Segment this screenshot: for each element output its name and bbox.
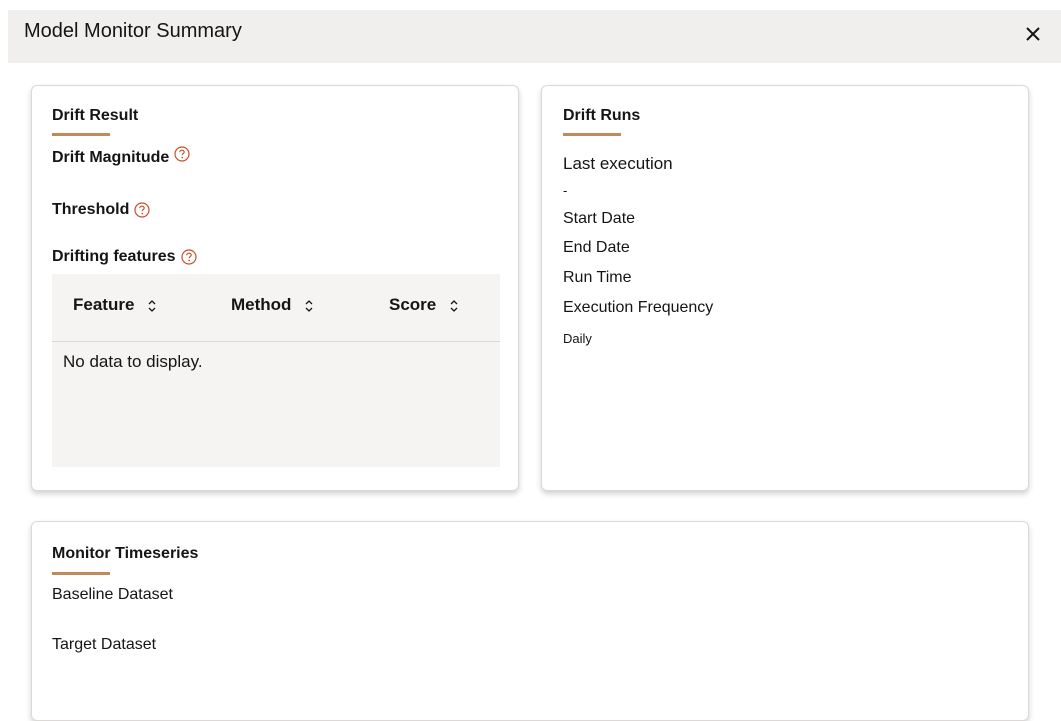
drift-result-title: Drift Result [52,107,139,124]
column-header-method[interactable]: Method [231,295,315,315]
column-header-score[interactable]: Score [389,295,460,315]
drifting-features-table: Feature Method Score No data to display. [52,274,500,467]
drift-runs-title: Drift Runs [563,107,641,124]
dialog-title: Model Monitor Summary [24,20,242,42]
drift-result-underline [52,133,110,136]
help-icon[interactable] [180,249,197,265]
run-time-label: Run Time [563,269,632,286]
column-header-feature[interactable]: Feature [73,295,158,315]
threshold: Threshold [52,201,150,219]
last-execution-label: Last execution [563,154,673,173]
monitor-timeseries-card: Monitor Timeseries Baseline Dataset Targ… [31,521,1029,721]
start-date-label: Start Date [563,210,636,227]
help-icon[interactable] [134,202,150,218]
drift-magnitude: Drift Magnitude [52,146,190,167]
drifting-features-label: Drifting features [52,248,176,265]
last-execution-value: - [563,183,568,198]
threshold-label: Threshold [52,201,130,218]
table-header: Feature Method Score [52,274,500,342]
drifting-features: Drifting features [52,248,197,266]
execution-frequency-label: Execution Frequency [563,299,714,316]
drift-magnitude-label: Drift Magnitude [52,149,170,166]
sort-icon [303,298,315,312]
close-icon[interactable] [1019,20,1047,48]
baseline-dataset-label: Baseline Dataset [52,586,173,603]
drift-runs-underline [563,133,621,136]
execution-frequency-value: Daily [563,331,592,346]
monitor-timeseries-underline [52,572,110,575]
dialog-header: Model Monitor Summary [8,10,1061,63]
end-date-label: End Date [563,239,630,256]
sort-icon [146,298,158,312]
target-dataset-label: Target Dataset [52,636,157,653]
monitor-timeseries-title: Monitor Timeseries [52,545,199,562]
help-icon[interactable] [174,146,190,162]
empty-table-message: No data to display. [63,352,203,371]
drift-result-card: Drift Result Drift Magnitude Threshold D… [31,85,519,491]
drift-runs-card: Drift Runs Last execution - Start Date E… [541,85,1029,491]
sort-icon [448,298,460,312]
